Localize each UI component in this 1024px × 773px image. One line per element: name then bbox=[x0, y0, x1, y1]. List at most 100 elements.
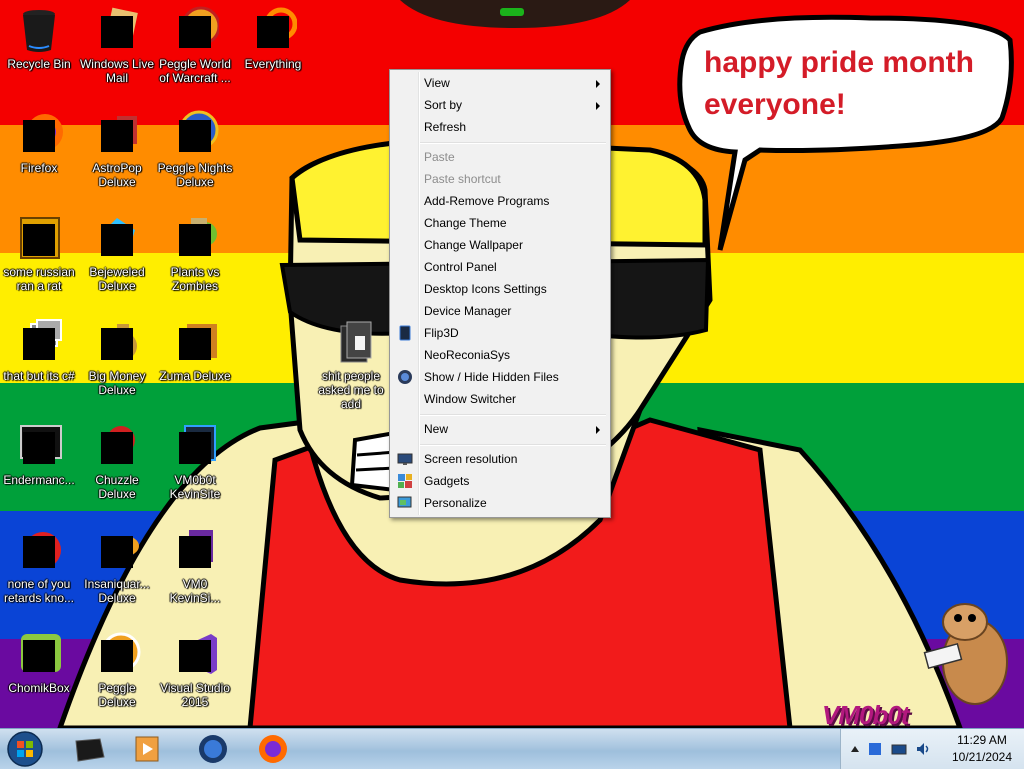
redacted-box bbox=[23, 120, 55, 152]
menu-item-label: New bbox=[424, 422, 449, 436]
desktop-icon-label: that but its c# bbox=[3, 369, 75, 383]
menu-item-label: Change Theme bbox=[424, 216, 507, 230]
desktop-icon-endermanch[interactable]: Endermanc... bbox=[0, 418, 78, 510]
menu-item-new[interactable]: New bbox=[392, 418, 608, 440]
taskbar-pinned-media-player[interactable] bbox=[118, 731, 176, 767]
menu-item-gadgets[interactable]: Gadgets bbox=[392, 470, 608, 492]
menu-item-change-theme[interactable]: Change Theme bbox=[392, 212, 608, 234]
desktop-icon-peggle-nights[interactable]: Peggle Nights Deluxe bbox=[156, 106, 234, 198]
gem-icon bbox=[93, 214, 141, 262]
menu-item-label: Control Panel bbox=[424, 260, 497, 274]
mail-icon bbox=[93, 6, 141, 54]
desktop-icon-folder-requests[interactable]: shit people asked me to add bbox=[312, 314, 390, 411]
redacted-box bbox=[101, 536, 133, 568]
globe-icon bbox=[199, 735, 227, 763]
flip3d-icon bbox=[397, 325, 413, 341]
redacted-box bbox=[101, 16, 133, 48]
volume-icon[interactable] bbox=[915, 741, 931, 757]
peggle-icon bbox=[93, 630, 141, 678]
desktop-icon-insaniquarium[interactable]: Insaniquar... Deluxe bbox=[78, 522, 156, 614]
tray-expand-icon[interactable] bbox=[847, 741, 863, 757]
desktop-icon-vm0b0t-kevinsite[interactable]: VM0b0t KevinSite bbox=[156, 418, 234, 510]
redacted-box bbox=[23, 224, 55, 256]
desktop-icon-none-of-you[interactable]: none of you retards kno... bbox=[0, 522, 78, 614]
personalize-icon bbox=[397, 495, 413, 511]
clock-date[interactable]: 10/21/2024 bbox=[945, 750, 1019, 764]
menu-item-personalize[interactable]: Personalize bbox=[392, 492, 608, 514]
desktop-icon-bejeweled[interactable]: Bejeweled Deluxe bbox=[78, 210, 156, 302]
menu-item-control-panel[interactable]: Control Panel bbox=[392, 256, 608, 278]
desktop-icon-label: Plants vs Zombies bbox=[170, 265, 220, 293]
desktop-icon-some-russian[interactable]: some russian ran a rat bbox=[0, 210, 78, 302]
desktop-icon-label: Visual Studio 2015 bbox=[160, 681, 230, 709]
desktop-context-menu: View Sort by Refresh Paste Paste shortcu… bbox=[389, 69, 611, 518]
menu-item-device-manager[interactable]: Device Manager bbox=[392, 300, 608, 322]
menu-item-paste-shortcut: Paste shortcut bbox=[392, 168, 608, 190]
desktop-icon-zuma[interactable]: Zuma Deluxe bbox=[156, 314, 234, 406]
menu-item-label: Show / Hide Hidden Files bbox=[424, 370, 559, 384]
menu-item-change-wallpaper[interactable]: Change Wallpaper bbox=[392, 234, 608, 256]
chrome-icon bbox=[15, 526, 63, 574]
redacted-box bbox=[179, 640, 211, 672]
menu-item-paste: Paste bbox=[392, 146, 608, 168]
menu-item-neoreconiasys[interactable]: NeoReconiaSys bbox=[392, 344, 608, 366]
globe-icon bbox=[397, 369, 413, 385]
desktop-icon-big-money[interactable]: Big Money Deluxe bbox=[78, 314, 156, 406]
menu-item-label: Add-Remove Programs bbox=[424, 194, 550, 208]
submenu-arrow-icon bbox=[596, 80, 600, 88]
desktop-icon-plants-vs-zombies[interactable]: Plants vs Zombies bbox=[156, 210, 234, 302]
menu-item-window-switcher[interactable]: Window Switcher bbox=[392, 388, 608, 410]
menu-item-desktop-icons-settings[interactable]: Desktop Icons Settings bbox=[392, 278, 608, 300]
desktop-icon-label: none of you retards kno... bbox=[3, 577, 75, 605]
redacted-box bbox=[179, 16, 211, 48]
desktop-icon-recycle-bin[interactable]: Recycle Bin bbox=[0, 2, 78, 94]
start-button[interactable] bbox=[3, 730, 47, 768]
redacted-box bbox=[23, 640, 55, 672]
menu-item-sort-by[interactable]: Sort by bbox=[392, 94, 608, 116]
desktop-icon-astropop[interactable]: AstroPop Deluxe bbox=[78, 106, 156, 198]
desktop-icon-chuzzle[interactable]: Chuzzle Deluxe bbox=[78, 418, 156, 510]
desktop[interactable]: happy pride month everyone! VM0b0t Recyc… bbox=[0, 0, 1024, 728]
menu-item-show-hide-hidden-files[interactable]: Show / Hide Hidden Files bbox=[392, 366, 608, 388]
desktop-icon-label: Recycle Bin bbox=[7, 57, 71, 71]
desktop-icon-vm0-kevinsite[interactable]: VM0 KevinSi... bbox=[156, 522, 234, 614]
taskbar-pinned-black-box[interactable] bbox=[60, 731, 118, 767]
terminal-icon bbox=[15, 422, 63, 470]
menu-separator bbox=[420, 444, 606, 446]
game-icon bbox=[93, 110, 141, 158]
clock-time[interactable]: 11:29 AM bbox=[945, 733, 1019, 747]
desktop-icon-label: Endermanc... bbox=[3, 473, 75, 487]
network-icon[interactable] bbox=[891, 741, 907, 757]
desktop-icon-label: Bejeweled Deluxe bbox=[89, 265, 145, 293]
desktop-icon-label: Everything bbox=[244, 57, 302, 71]
menu-item-view[interactable]: View bbox=[392, 72, 608, 94]
zuma-icon bbox=[171, 318, 219, 366]
redacted-box bbox=[179, 328, 211, 360]
desktop-icon-chomikbox[interactable]: ChomikBox bbox=[0, 626, 78, 718]
desktop-icon-label: shit people asked me to add bbox=[318, 369, 384, 411]
menu-item-flip3d[interactable]: Flip3D bbox=[392, 322, 608, 344]
desktop-icon-visual-studio[interactable]: Visual Studio 2015 bbox=[156, 626, 234, 718]
site-icon bbox=[171, 422, 219, 470]
firefox-icon bbox=[15, 110, 63, 158]
taskbar-pinned-globe[interactable] bbox=[184, 731, 242, 767]
menu-item-label: Personalize bbox=[424, 496, 487, 510]
menu-item-add-remove-programs[interactable]: Add-Remove Programs bbox=[392, 190, 608, 212]
redacted-box bbox=[179, 224, 211, 256]
desktop-icon-peggle-wow[interactable]: Peggle World of Warcraft ... bbox=[156, 2, 234, 94]
menu-item-screen-resolution[interactable]: Screen resolution bbox=[392, 448, 608, 470]
shortcut-icon bbox=[15, 214, 63, 262]
tray-app-icon[interactable] bbox=[867, 741, 883, 757]
taskbar-pinned-firefox[interactable] bbox=[244, 731, 302, 767]
desktop-icon-peggle-deluxe[interactable]: Peggle Deluxe bbox=[78, 626, 156, 718]
desktop-icon-firefox[interactable]: Firefox bbox=[0, 106, 78, 198]
media-player-icon bbox=[135, 736, 159, 762]
menu-item-label: Sort by bbox=[424, 98, 463, 112]
menu-item-label: NeoReconiaSys bbox=[424, 348, 511, 362]
wallpaper-brand-mark: VM0b0t bbox=[822, 700, 909, 728]
menu-item-refresh[interactable]: Refresh bbox=[392, 116, 608, 138]
desktop-icon-everything[interactable]: Everything bbox=[234, 2, 312, 94]
menu-item-label: View bbox=[424, 76, 450, 90]
desktop-icon-that-but-its-csharp[interactable]: that but its c# bbox=[0, 314, 78, 406]
desktop-icon-windows-live-mail[interactable]: Windows Live Mail bbox=[78, 2, 156, 94]
